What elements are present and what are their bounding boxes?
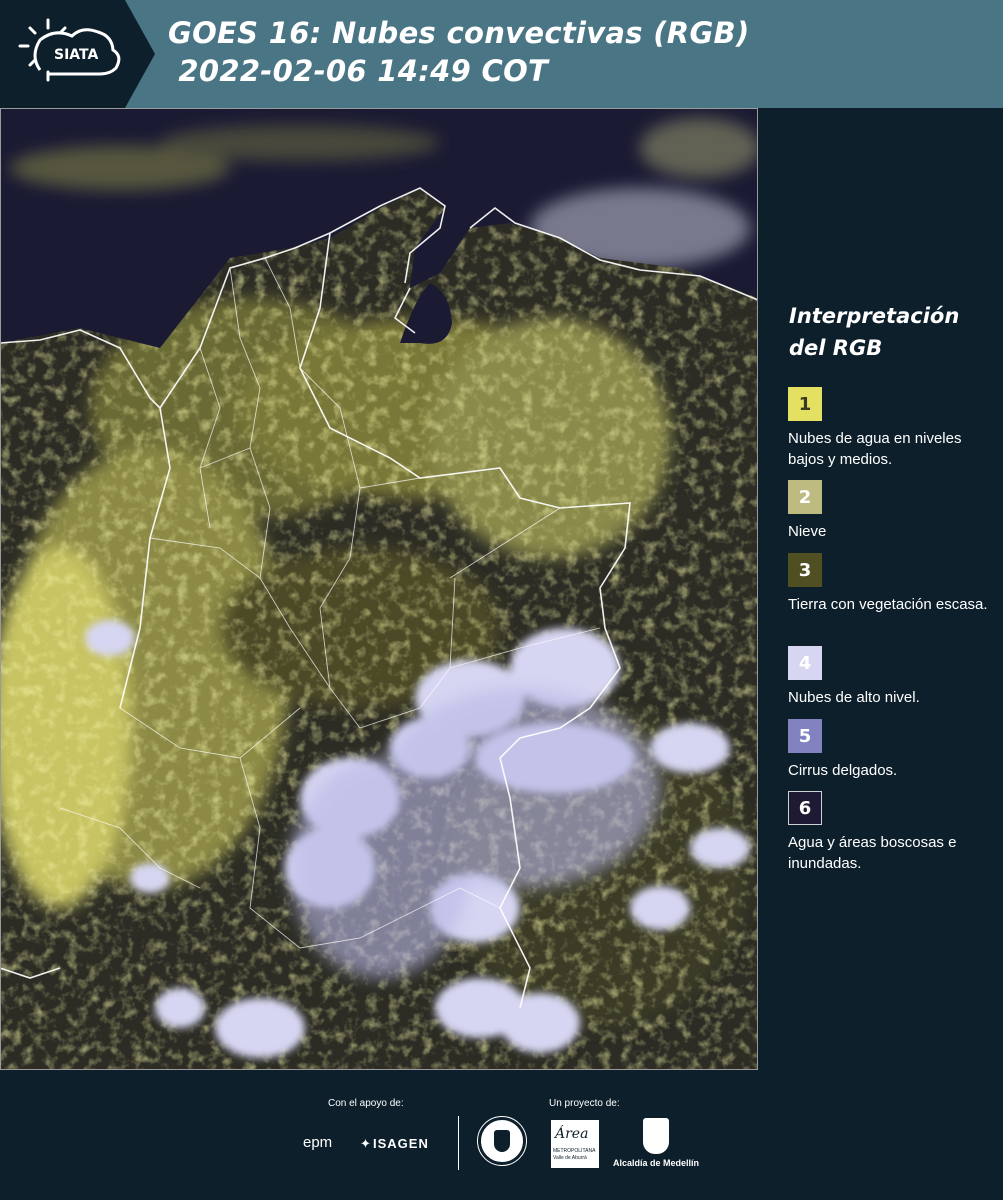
logo-text: SIATA bbox=[54, 47, 99, 63]
legend-number: 3 bbox=[798, 559, 812, 581]
page-title: GOES 16: Nubes convectivas (RGB) 2022-02… bbox=[168, 16, 750, 88]
legend-label-3: Tierra con vegetación escasa. bbox=[788, 596, 988, 613]
legend-number: 5 bbox=[798, 725, 812, 747]
legend-number: 4 bbox=[798, 652, 812, 674]
area-metropolitana-logo: Área METROPOLITANA Valle de Aburrá bbox=[551, 1120, 599, 1168]
area-logo-subtext: METROPOLITANA Valle de Aburrá bbox=[553, 1148, 596, 1161]
footer-divider bbox=[458, 1116, 459, 1170]
area-logo-text: Área bbox=[555, 1126, 589, 1142]
legend-number: 6 bbox=[798, 797, 812, 819]
legend-swatch-5: 5 bbox=[788, 719, 822, 753]
legend-number: 2 bbox=[798, 486, 812, 508]
project-label: Un proyecto de: bbox=[549, 1098, 620, 1109]
alcaldia-logo-text: Alcaldía de Medellín bbox=[613, 1158, 700, 1168]
legend-swatch-1: 1 bbox=[788, 387, 822, 421]
legend-number: 1 bbox=[798, 393, 812, 415]
isagen-logo: ISAGEN bbox=[373, 1136, 429, 1151]
legend-label-5: Cirrus delgados. bbox=[788, 762, 898, 779]
support-label: Con el apoyo de: bbox=[328, 1098, 404, 1109]
legend-panel: Interpretación del RGB 1 Nubes de agua e… bbox=[758, 108, 1003, 1070]
footer: Con el apoyo de: Un proyecto de: epm ✦ I… bbox=[0, 1070, 1003, 1200]
medellin-crest-icon bbox=[643, 1118, 669, 1154]
university-seal-icon bbox=[477, 1116, 527, 1166]
legend-label-2: Nieve bbox=[788, 523, 827, 540]
legend-label-1: Nubes de agua en niveles bajos y medios. bbox=[788, 430, 962, 468]
header-bar: SIATA GOES 16: Nubes convectivas (RGB) 2… bbox=[0, 0, 1003, 108]
legend-swatch-6: 6 bbox=[788, 791, 822, 825]
legend-swatch-2: 2 bbox=[788, 480, 822, 514]
legend-swatch-4: 4 bbox=[788, 646, 822, 680]
legend-title: Interpretación del RGB bbox=[789, 304, 960, 360]
legend-label-4: Nubes de alto nivel. bbox=[788, 689, 920, 706]
satellite-map bbox=[0, 108, 758, 1070]
siata-logo: SIATA bbox=[0, 0, 155, 108]
legend-label-6: Agua y áreas boscosas e inundadas. bbox=[788, 834, 957, 872]
legend-swatch-3: 3 bbox=[788, 553, 822, 587]
isagen-icon: ✦ bbox=[360, 1136, 371, 1151]
epm-logo: epm bbox=[303, 1134, 333, 1151]
